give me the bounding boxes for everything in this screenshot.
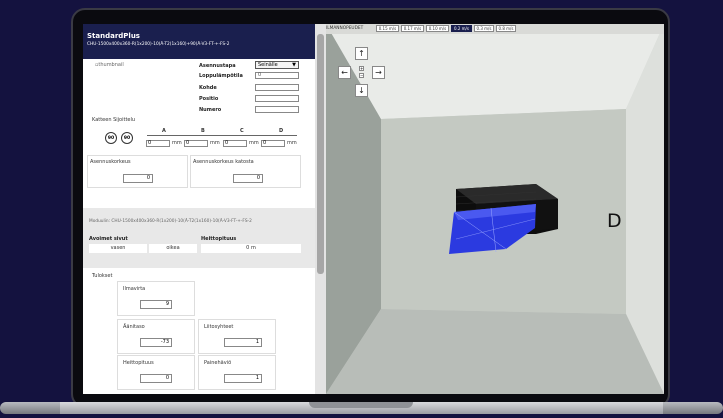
throw-label: Heittopituus <box>123 360 154 366</box>
config-panel: StandardPlus CHU-1500x400x360-R(1x200)-1… <box>83 24 315 394</box>
thumbnail-image: ▫thumbnail <box>95 62 124 68</box>
open-sides-label: Avoimet sivut <box>89 236 128 242</box>
dimension-b-input[interactable]: 0 <box>184 140 208 147</box>
rotate-right-button[interactable]: 90 <box>121 132 133 144</box>
speed-label: ILMANNOPEUDET <box>326 26 364 31</box>
result-sound: Äänitaso -73 <box>117 319 195 354</box>
throw-value: 0 <box>140 374 172 383</box>
sound-label: Äänitaso <box>123 324 145 330</box>
install-height-label: Asennuskorkeus <box>90 159 131 165</box>
result-throw: Heittopituus 0 <box>117 355 195 390</box>
result-airflow: Ilmavirta 9 <box>117 281 195 316</box>
final-temp-input[interactable]: 0 <box>255 72 299 79</box>
chevron-down-icon: ▼ <box>292 62 296 68</box>
product-header: StandardPlus CHU-1500x400x360-R(1x200)-1… <box>83 24 315 59</box>
mounting-select-value: Seinälle <box>258 62 278 68</box>
unit-mm: mm <box>287 140 297 146</box>
airflow-value: 9 <box>140 300 172 309</box>
pan-left-button[interactable]: ← <box>338 66 351 79</box>
install-height-ceiling-input[interactable]: 0 <box>233 174 263 183</box>
laptop-base <box>0 398 723 418</box>
speed-option[interactable]: 0.17 m/s <box>401 25 424 32</box>
install-height-ceiling-box: Asennuskorkeus katosta 0 <box>190 155 301 188</box>
dimension-c-input[interactable]: 0 <box>223 140 247 147</box>
pressure-label: Painehäviö <box>204 360 232 366</box>
speed-option[interactable]: 0.10 m/s <box>426 25 449 32</box>
zoom-out-button[interactable]: − <box>359 73 364 78</box>
pan-up-button[interactable]: ↑ <box>355 47 368 60</box>
number-input[interactable] <box>255 106 299 113</box>
sound-value: -73 <box>140 338 172 347</box>
ceiling-distances-label: Katteen Sijoittelu <box>92 117 136 123</box>
speed-option-active[interactable]: 0.2 m/s <box>451 25 472 32</box>
laptop-base-right <box>663 402 723 414</box>
mounting-select[interactable]: Seinälle ▼ <box>255 61 299 69</box>
app-screen: StandardPlus CHU-1500x400x360-R(1x200)-1… <box>83 24 664 394</box>
product-title: StandardPlus <box>87 32 140 40</box>
floor <box>326 309 664 394</box>
install-height-ceiling-label: Asennuskorkeus katosta <box>193 159 254 165</box>
left-panel-scrollbar[interactable] <box>315 24 326 394</box>
3d-viewport[interactable]: ILMANNOPEUDET 0.15 m/s 0.17 m/s 0.10 m/s… <box>326 24 664 394</box>
speed-option[interactable]: 0.3 m/s <box>474 25 494 32</box>
number-label: Numero <box>199 107 222 113</box>
laptop-base-left <box>0 402 60 414</box>
speed-option[interactable]: 0.8 m/s <box>496 25 516 32</box>
connections-value: 1 <box>224 338 262 347</box>
room-scene <box>326 24 664 394</box>
position-input[interactable] <box>255 95 299 102</box>
laptop-notch <box>309 402 413 408</box>
product-code: CHU-1500x400x360-R(1x200)-10(Ā-T2(1x160)… <box>87 42 230 47</box>
speed-option[interactable]: 0.15 m/s <box>376 25 399 32</box>
mounting-label: Asennustapa <box>199 63 236 69</box>
final-temp-label: Loppulämpötila <box>199 73 243 79</box>
pan-right-button[interactable]: → <box>372 66 385 79</box>
result-pressure: Painehäviö 1 <box>198 355 276 390</box>
unit-mm: mm <box>249 140 259 146</box>
side-right-toggle[interactable]: oikea <box>149 244 197 253</box>
target-input[interactable] <box>255 84 299 91</box>
wall-label: D <box>607 210 622 232</box>
install-height-input[interactable]: 0 <box>123 174 153 183</box>
thumbnail-alt-text: thumbnail <box>98 62 124 68</box>
speed-toolbar: ILMANNOPEUDET 0.15 m/s 0.17 m/s 0.10 m/s… <box>326 24 664 34</box>
unit-mm: mm <box>172 140 182 146</box>
pan-down-button[interactable]: ↓ <box>355 84 368 97</box>
scrollbar-thumb[interactable] <box>317 34 324 274</box>
column-d: D <box>279 128 284 134</box>
unit-mm: mm <box>210 140 220 146</box>
target-label: Kohde <box>199 85 217 91</box>
position-label: Positio <box>199 96 219 102</box>
rotate-left-label: 90 <box>107 136 115 141</box>
result-connections: Liitosyhteet 1 <box>198 319 276 354</box>
throw-length-label: Heittopituus <box>201 236 237 242</box>
pressure-value: 1 <box>224 374 262 383</box>
rotate-right-label: 90 <box>123 136 131 141</box>
install-height-box: Asennuskorkeus 0 <box>87 155 188 188</box>
dimension-line <box>147 135 297 136</box>
airflow-label: Ilmavirta <box>123 286 146 292</box>
rotate-left-button[interactable]: 90 <box>105 132 117 144</box>
column-a: A <box>162 128 166 134</box>
results-title: Tulokset <box>92 273 113 279</box>
dimension-a-input[interactable]: 0 <box>146 140 170 147</box>
column-b: B <box>201 128 205 134</box>
dimension-d-input[interactable]: 0 <box>261 140 285 147</box>
module-section: Moduulin: CHU-1500x400x360-R(1x200)-10(Ā… <box>83 208 315 268</box>
column-c: C <box>240 128 244 134</box>
side-left-toggle[interactable]: vasen <box>89 244 147 253</box>
connections-label: Liitosyhteet <box>204 324 234 330</box>
throw-length-value: 0 m <box>201 244 301 253</box>
zoom-in-button[interactable]: + <box>359 66 364 71</box>
module-code: Moduulin: CHU-1500x400x360-R(1x200)-10(Ā… <box>89 219 252 224</box>
